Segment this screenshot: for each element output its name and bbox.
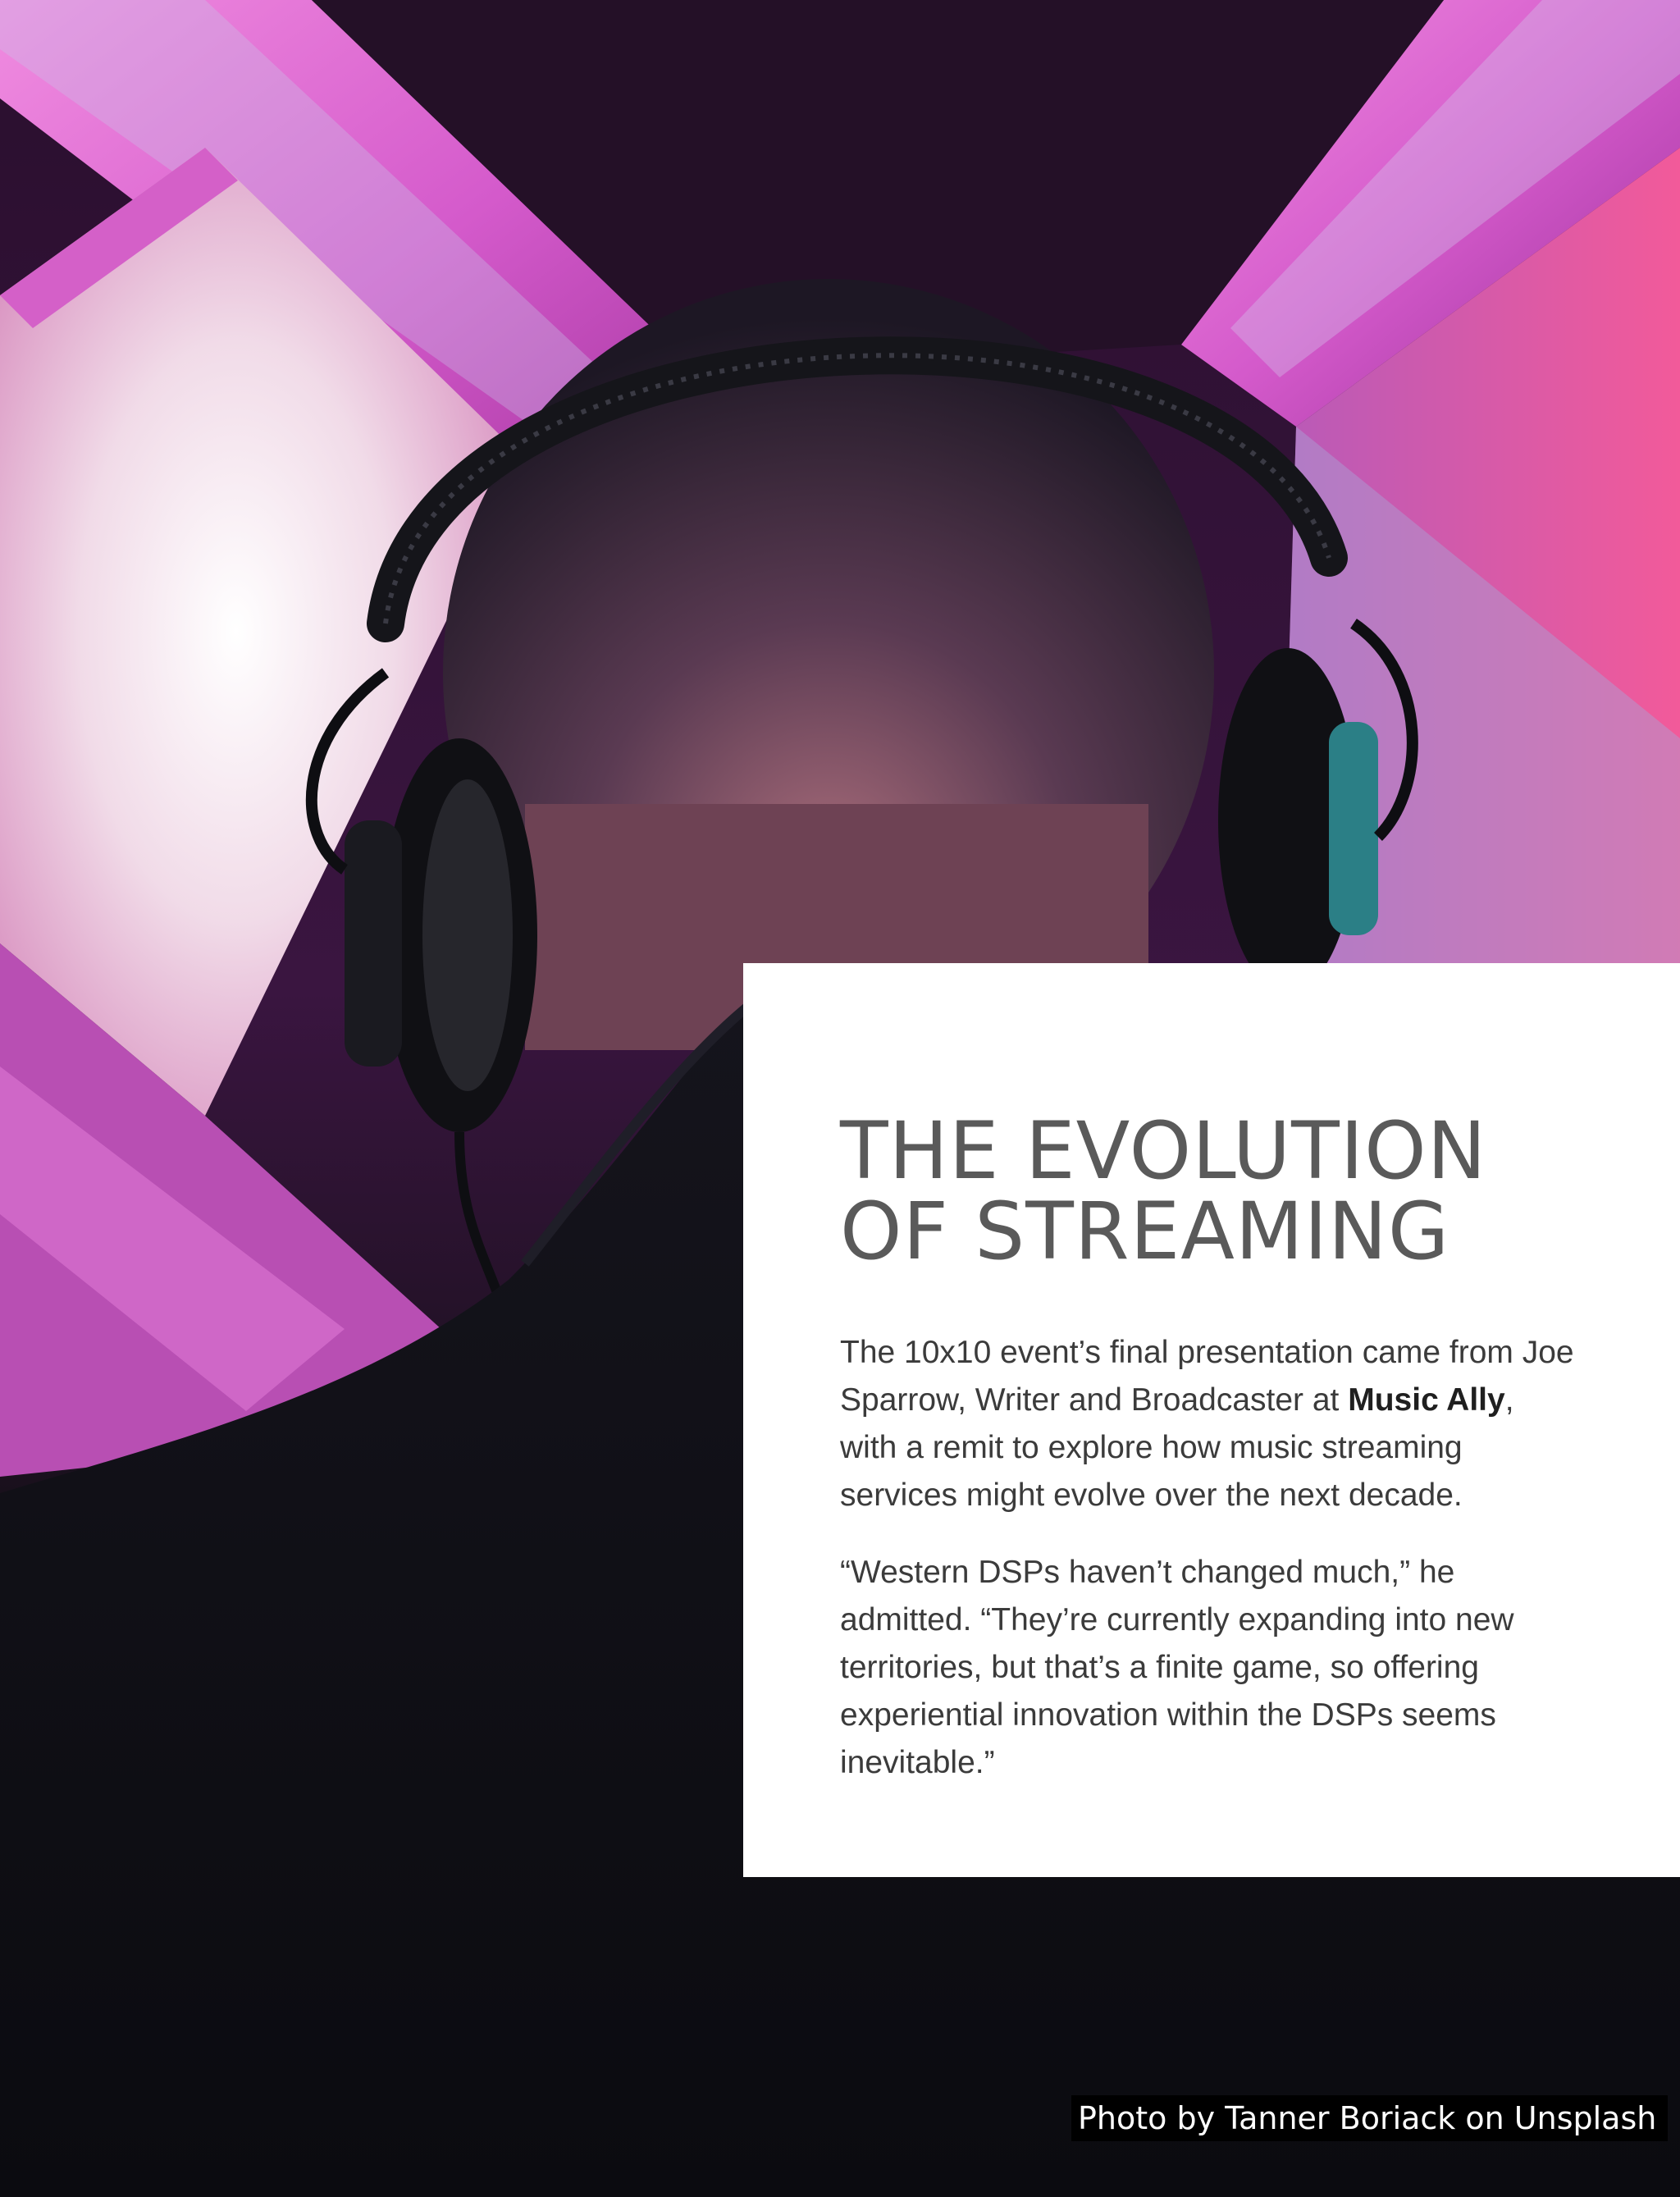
music-ally-bold: Music Ally: [1348, 1382, 1505, 1418]
article-quote-paragraph: “Western DSPs haven’t changed much,” he …: [840, 1555, 1514, 1780]
article-body: The 10x10 event’s final presentation cam…: [840, 1329, 1578, 1787]
article-card: THE EVOLUTION OF STREAMING The 10x10 eve…: [743, 963, 1680, 1877]
magazine-page: THE EVOLUTION OF STREAMING The 10x10 eve…: [0, 0, 1680, 2197]
article-title: THE EVOLUTION OF STREAMING: [840, 1105, 1487, 1277]
photo-credit: Photo by Tanner Boriack on Unsplash: [1071, 2095, 1669, 2141]
article-paragraph: The 10x10 event’s final presentation cam…: [840, 1329, 1578, 1519]
